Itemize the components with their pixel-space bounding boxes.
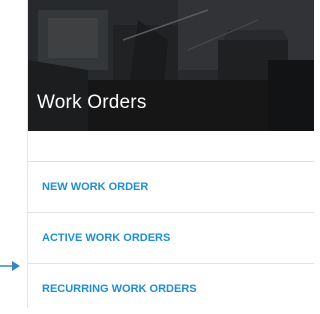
new-work-order-link[interactable]: NEW WORK ORDER — [28, 162, 314, 213]
page-title: Work Orders — [37, 92, 147, 113]
work-orders-card: Work Orders NEW WORK ORDER ACTIVE WORK O… — [27, 0, 314, 308]
work-orders-menu: NEW WORK ORDER ACTIVE WORK ORDERS RECURR… — [28, 131, 314, 314]
arrow-right-icon — [0, 258, 22, 274]
active-work-orders-link[interactable]: ACTIVE WORK ORDERS — [28, 213, 314, 264]
menu-spacer — [28, 131, 314, 162]
hero-banner: Work Orders — [28, 0, 314, 131]
recurring-work-orders-link[interactable]: RECURRING WORK ORDERS — [28, 264, 314, 314]
